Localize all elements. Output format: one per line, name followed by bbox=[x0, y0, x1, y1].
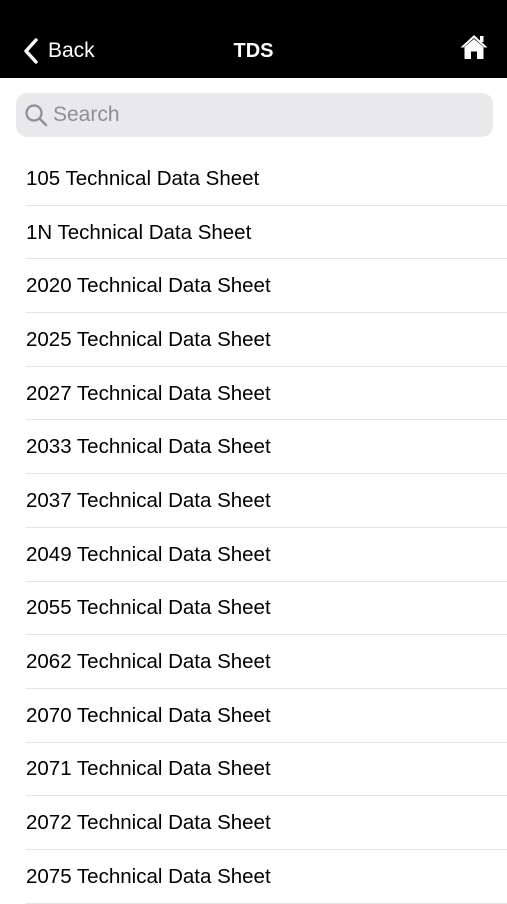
list-item[interactable]: 2049 Technical Data Sheet bbox=[0, 528, 507, 582]
search-input[interactable] bbox=[53, 95, 473, 135]
search-bar[interactable] bbox=[16, 93, 493, 137]
home-icon[interactable] bbox=[459, 32, 489, 62]
list-item[interactable]: 105 Technical Data Sheet bbox=[0, 152, 507, 206]
list-item[interactable]: 2062 Technical Data Sheet bbox=[0, 635, 507, 689]
list-item[interactable]: 2027 Technical Data Sheet bbox=[0, 367, 507, 421]
list-item[interactable]: 1N Technical Data Sheet bbox=[0, 206, 507, 260]
search-icon bbox=[25, 104, 48, 127]
list-item[interactable]: 2033 Technical Data Sheet bbox=[0, 420, 507, 474]
list-item[interactable]: 2025 Technical Data Sheet bbox=[0, 313, 507, 367]
list-item[interactable]: 2070 Technical Data Sheet bbox=[0, 689, 507, 743]
list-item[interactable]: 2072 Technical Data Sheet bbox=[0, 796, 507, 850]
list-item[interactable]: 2020 Technical Data Sheet bbox=[0, 259, 507, 313]
list-item[interactable]: 2071 Technical Data Sheet bbox=[0, 743, 507, 797]
tds-list: 105 Technical Data Sheet 1N Technical Dat… bbox=[0, 152, 507, 904]
page-title: TDS bbox=[233, 40, 274, 62]
list-item[interactable]: 2055 Technical Data Sheet bbox=[0, 582, 507, 636]
list-item[interactable]: 2037 Technical Data Sheet bbox=[0, 474, 507, 528]
list-item[interactable]: 2075 Technical Data Sheet bbox=[0, 850, 507, 904]
navigation-bar: Back TDS bbox=[0, 0, 507, 78]
